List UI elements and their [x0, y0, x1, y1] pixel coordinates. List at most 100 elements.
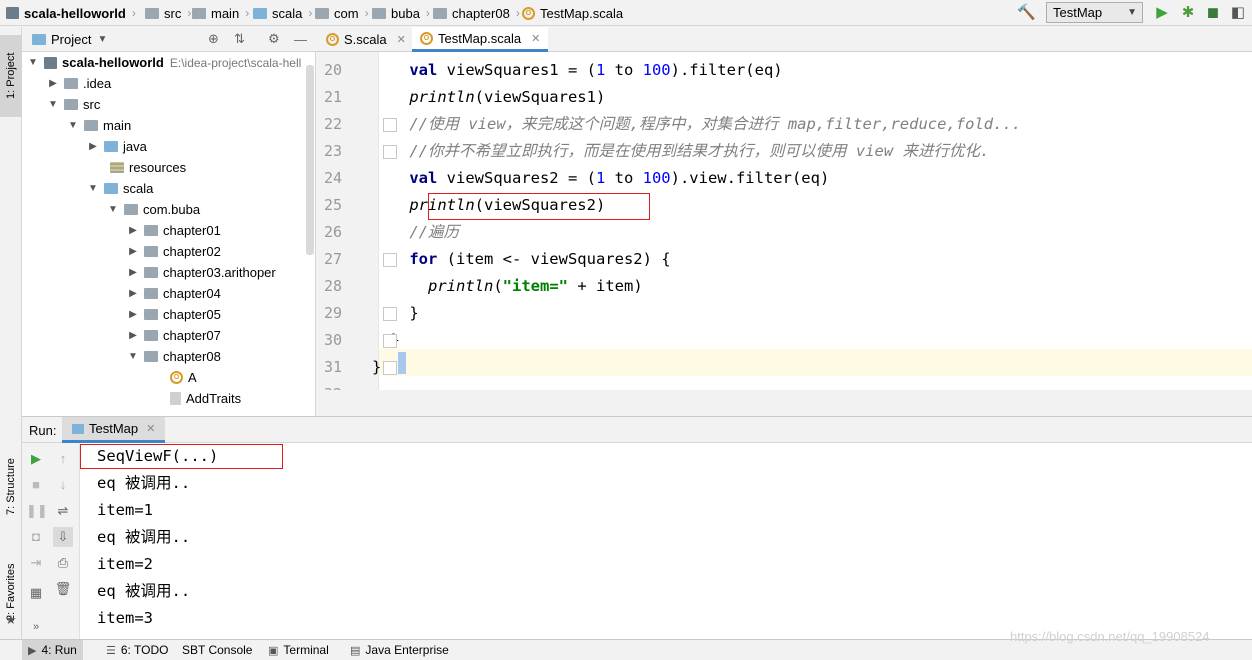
fold-marker-icon[interactable]: [383, 118, 397, 132]
editor-tab[interactable]: O TestMap.scala ✕: [412, 27, 549, 52]
tree-item[interactable]: ▶ .idea: [46, 73, 111, 94]
down-arrow-icon[interactable]: ↓: [53, 475, 73, 495]
breadcrumb-item[interactable]: scala-helloworld ›: [6, 0, 140, 26]
tree-item[interactable]: ▶ chapter07: [126, 325, 221, 346]
fold-marker-icon[interactable]: [383, 253, 397, 267]
tree-item[interactable]: ▶ chapter03.arithoper: [126, 262, 276, 283]
tool-tab-structure[interactable]: 7: Structure: [0, 447, 22, 527]
console-output[interactable]: SeqViewF(...) eq 被调用.. item=1 eq 被调用.. item=…: [80, 443, 1252, 639]
bottom-tab[interactable]: ▶ 4: Run: [22, 640, 83, 660]
hide-panel-icon[interactable]: —: [294, 32, 307, 47]
tree-item[interactable]: ▶ chapter04: [126, 283, 221, 304]
build-hammer-icon[interactable]: 🔨: [1017, 4, 1036, 21]
close-icon[interactable]: ✕: [397, 33, 406, 46]
source-folder-icon: [104, 183, 118, 194]
breadcrumb-item[interactable]: src ›: [145, 0, 195, 26]
tree-item[interactable]: ▶ chapter05: [126, 304, 221, 325]
chevron-down-icon[interactable]: ▼: [66, 120, 80, 131]
camera-dump-icon[interactable]: ◘: [26, 527, 46, 547]
profile-icon[interactable]: ◧: [1230, 4, 1246, 21]
close-icon[interactable]: ✕: [146, 422, 155, 435]
breadcrumb-item[interactable]: com ›: [315, 0, 373, 26]
soft-wrap-icon[interactable]: ⇌: [53, 501, 73, 521]
tree-item[interactable]: ▶ chapter01: [126, 220, 221, 241]
chevron-right-icon[interactable]: ▶: [126, 246, 140, 257]
watermark: https://blog.csdn.net/qq_19908524: [1010, 629, 1210, 644]
tree-item-label: .idea: [83, 76, 112, 91]
scroll-to-end-icon[interactable]: ⇩: [53, 527, 73, 547]
fold-marker-icon[interactable]: [383, 307, 397, 321]
run-panel-header: Run: TestMap ✕: [22, 416, 1252, 443]
bottom-tab[interactable]: SBT Console: [176, 640, 258, 660]
chevron-down-icon[interactable]: ▼: [106, 204, 120, 215]
tree-item[interactable]: resources: [86, 157, 186, 178]
fold-marker-icon[interactable]: [383, 334, 397, 348]
chevron-right-icon[interactable]: ▶: [46, 78, 60, 89]
tree-item[interactable]: ▼ com.buba: [106, 199, 200, 220]
chevron-down-icon[interactable]: ▼: [97, 34, 107, 45]
fold-marker-icon[interactable]: [383, 361, 397, 375]
highlight-box-println: [428, 193, 650, 220]
chevron-down-icon[interactable]: ▼: [126, 351, 140, 362]
trash-icon[interactable]: 🗑: [53, 579, 73, 599]
code-line: val viewSquares2 = (1 to 100).view.filte…: [409, 169, 830, 187]
chevron-down-icon[interactable]: ▼: [46, 99, 60, 110]
chevron-right-icon[interactable]: ▶: [126, 225, 140, 236]
breadcrumb-item[interactable]: buba ›: [372, 0, 434, 26]
up-arrow-icon[interactable]: ↑: [53, 449, 73, 469]
print-icon[interactable]: ⎙: [53, 553, 73, 573]
rerun-icon[interactable]: ▶: [26, 449, 46, 469]
debug-bug-icon[interactable]: ✱: [1180, 4, 1196, 21]
source-folder-icon: [104, 141, 118, 152]
run-configuration-select[interactable]: TestMap ▼: [1046, 2, 1143, 23]
login-icon[interactable]: ⇥: [26, 553, 46, 573]
layout-icon[interactable]: ▦: [26, 583, 46, 603]
gear-icon[interactable]: ⚙: [268, 31, 280, 47]
breadcrumb-item[interactable]: O TestMap.scala: [522, 0, 623, 26]
tree-item[interactable]: AddTraits: [146, 388, 241, 409]
stop-icon[interactable]: ■: [26, 475, 46, 495]
tree-item-label: main: [103, 118, 132, 133]
breadcrumb-item[interactable]: main ›: [192, 0, 253, 26]
chevron-right-icon[interactable]: ▶: [126, 309, 140, 320]
tree-item[interactable]: ▶ java: [86, 136, 147, 157]
bottom-tab[interactable]: ☰ 6: TODO: [100, 640, 174, 660]
tree-item[interactable]: ▼ src: [46, 94, 100, 115]
tree-item[interactable]: ▼ chapter08: [126, 346, 221, 367]
star-icon[interactable]: ★: [5, 612, 17, 628]
tree-item[interactable]: ▶ chapter02: [126, 241, 221, 262]
tree-scrollbar[interactable]: [306, 65, 314, 255]
pause-icon[interactable]: ❚❚: [26, 501, 48, 521]
breadcrumb-item[interactable]: chapter08 ›: [433, 0, 524, 26]
bottom-tab-label: Terminal: [283, 643, 329, 657]
breadcrumb-label: com: [334, 5, 359, 21]
run-with-coverage-icon[interactable]: ◼: [1205, 4, 1221, 21]
current-line-highlight: [378, 349, 1252, 376]
chevron-down-icon[interactable]: ▼: [86, 183, 100, 194]
locate-file-icon[interactable]: ⊕: [208, 31, 219, 47]
more-icon[interactable]: »: [26, 617, 46, 637]
chevron-right-icon[interactable]: ▶: [86, 141, 100, 152]
fold-marker-icon[interactable]: [383, 145, 397, 159]
chevron-down-icon[interactable]: ▼: [26, 57, 40, 68]
bottom-tab[interactable]: ▤ Java Enterprise: [344, 640, 455, 660]
collapse-all-icon[interactable]: ⇅: [234, 31, 245, 47]
package-icon: [144, 309, 158, 320]
bottom-tab[interactable]: ▣ Terminal: [262, 640, 335, 660]
tree-item[interactable]: ▼ scala: [86, 178, 153, 199]
editor-tab[interactable]: O S.scala ✕: [318, 27, 414, 52]
close-icon[interactable]: ✕: [531, 32, 540, 45]
chevron-right-icon[interactable]: ▶: [126, 330, 140, 341]
breadcrumb-item[interactable]: scala ›: [253, 0, 316, 26]
run-tab-testmap[interactable]: TestMap ✕: [62, 417, 166, 443]
tree-item-label: resources: [129, 160, 187, 175]
tool-tab-project[interactable]: 1: Project: [0, 35, 22, 117]
chevron-right-icon[interactable]: ▶: [126, 288, 140, 299]
code-editor[interactable]: 20212223242526272829303132 val viewSquar…: [316, 52, 1252, 390]
run-play-icon[interactable]: ▶: [1154, 4, 1170, 21]
chevron-right-icon[interactable]: ▶: [126, 267, 140, 278]
chevron-right-icon: ›: [425, 6, 430, 20]
tree-item[interactable]: ▼ main: [66, 115, 131, 136]
tree-item[interactable]: ▼ scala-helloworld E:\idea-project\scala-h…: [26, 52, 301, 73]
tree-item[interactable]: OA: [146, 367, 197, 388]
